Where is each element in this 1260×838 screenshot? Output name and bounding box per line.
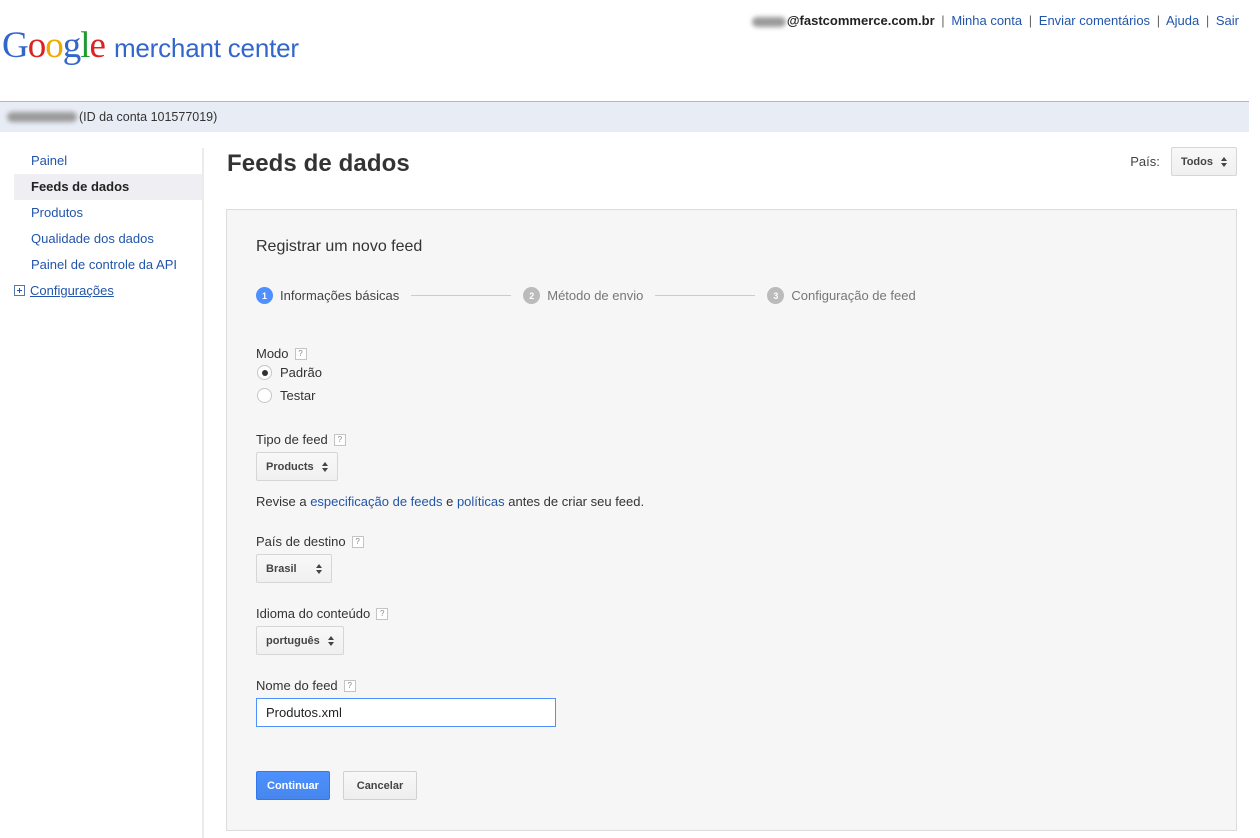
select-arrows-icon: [1221, 156, 1227, 167]
mode-option-standard[interactable]: Padrão: [257, 365, 322, 380]
help-icon[interactable]: ?: [376, 607, 389, 620]
sidebar-divider: [202, 148, 204, 838]
sign-out-link[interactable]: Sair: [1216, 13, 1239, 28]
help-icon[interactable]: ?: [343, 679, 356, 692]
country-filter-label: País:: [1130, 154, 1160, 169]
feed-spec-hint: Revise a especificação de feeds e políti…: [256, 494, 645, 509]
step-number-badge: 1: [256, 287, 273, 304]
feedback-link[interactable]: Enviar comentários: [1039, 13, 1150, 28]
account-id: (ID da conta 101577019): [79, 110, 218, 124]
sidebar-item-painel[interactable]: Painel: [14, 148, 202, 174]
user-email: @fastcommerce.com.br: [786, 13, 935, 28]
select-arrows-icon: [321, 461, 328, 472]
sidebar-item-produtos[interactable]: Produtos: [14, 200, 202, 226]
content-language-label: Idioma do conteúdo ?: [256, 606, 389, 621]
google-logo-text: Google: [2, 25, 106, 66]
step-upload-method: 2 Método de envio: [523, 287, 643, 304]
feed-name-label: Nome do feed ?: [256, 678, 356, 693]
help-icon[interactable]: ?: [294, 347, 307, 360]
redacted-username: [751, 16, 786, 27]
content-language-select[interactable]: português: [256, 626, 344, 655]
form-title: Registrar um novo feed: [256, 238, 423, 255]
continue-button[interactable]: Continuar: [256, 771, 330, 800]
target-country-select[interactable]: Brasil: [256, 554, 332, 583]
feed-type-label: Tipo de feed ?: [256, 432, 346, 447]
sidebar-item-configuracoes[interactable]: Configurações: [14, 278, 202, 304]
step-connector: [411, 295, 512, 296]
user-bar: @fastcommerce.com.br | Minha conta | Env…: [751, 13, 1239, 28]
account-bar: (ID da conta 101577019): [0, 101, 1249, 132]
wizard-steps: 1 Informações básicas 2 Método de envio …: [256, 287, 916, 304]
step-basic-info: 1 Informações básicas: [256, 287, 399, 304]
feed-spec-link[interactable]: especificação de feeds: [310, 494, 442, 509]
feed-type-select[interactable]: Products: [256, 452, 338, 481]
expand-plus-icon[interactable]: [14, 285, 25, 296]
step-feed-config: 3 Configuração de feed: [767, 287, 916, 304]
sidebar-item-api[interactable]: Painel de controle da API: [14, 252, 202, 278]
feed-name-input[interactable]: [256, 698, 556, 727]
product-name: merchant center: [113, 33, 299, 63]
cancel-button[interactable]: Cancelar: [343, 771, 417, 800]
select-arrows-icon: [315, 563, 322, 574]
sidebar-item-label: Configurações: [30, 283, 114, 298]
merchant-center-logo[interactable]: Google merchant center: [2, 26, 299, 66]
country-filter-select[interactable]: Todos: [1170, 147, 1237, 176]
page-title: Feeds de dados: [227, 150, 410, 177]
help-link[interactable]: Ajuda: [1166, 13, 1199, 28]
sidebar-item-feeds[interactable]: Feeds de dados: [14, 174, 202, 200]
mode-option-test[interactable]: Testar: [257, 388, 315, 403]
select-arrows-icon: [327, 635, 334, 646]
step-number-badge: 3: [767, 287, 785, 304]
mode-label: Modo ?: [256, 346, 307, 361]
radio-unchecked-icon[interactable]: [257, 388, 272, 403]
country-filter: País: Todos: [1130, 147, 1237, 176]
help-icon[interactable]: ?: [333, 433, 346, 446]
target-country-label: País de destino ?: [256, 534, 364, 549]
sidebar-nav: Painel Feeds de dados Produtos Qualidade…: [14, 148, 202, 304]
step-connector: [655, 295, 756, 296]
policies-link[interactable]: políticas: [457, 494, 505, 509]
step-number-badge: 2: [523, 287, 541, 304]
sidebar-item-qualidade[interactable]: Qualidade dos dados: [14, 226, 202, 252]
redacted-account-name: [7, 112, 77, 122]
help-icon[interactable]: ?: [351, 535, 364, 548]
radio-checked-icon[interactable]: [257, 365, 272, 380]
my-account-link[interactable]: Minha conta: [951, 13, 1022, 28]
new-feed-panel: Registrar um novo feed 1 Informações bás…: [226, 209, 1237, 831]
